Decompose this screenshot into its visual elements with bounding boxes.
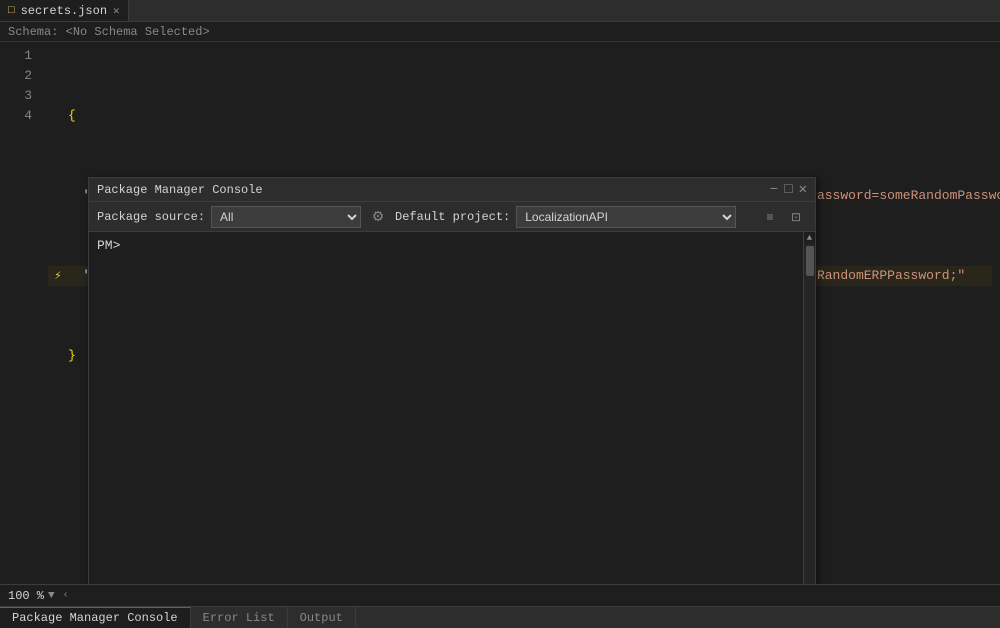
pkg-close-button[interactable]: ✕ [799,183,807,197]
scrollbar-track[interactable] [804,244,815,584]
tab-pkg-label: Package Manager Console [12,611,178,625]
tab-output-label: Output [300,611,343,625]
pkg-body[interactable]: PM> ▲ ▼ [89,232,815,584]
scroll-left-arrow[interactable]: ‹ [63,590,69,601]
tab-bar: □ secrets.json ✕ [0,0,1000,22]
package-manager-console: Package Manager Console − □ ✕ Package so… [88,177,816,584]
schema-bar: Schema: <No Schema Selected> [0,22,1000,42]
pkg-minimize-button[interactable]: − [770,183,778,197]
pkg-title: Package Manager Console [97,183,263,197]
pkg-toolbar: Package source: All nuget.org Microsoft … [89,202,815,232]
tab-error-label: Error List [203,611,275,625]
pkg-vertical-scrollbar[interactable]: ▲ ▼ [803,232,815,584]
pkg-source-label: Package source: [97,210,205,224]
line-1-text: { [68,106,76,126]
line-4-text: } [68,346,76,366]
tab-secrets-json[interactable]: □ secrets.json ✕ [0,0,129,21]
tab-package-manager-console[interactable]: Package Manager Console [0,607,191,628]
line-2-indent [68,186,84,206]
line-numbers: 1 2 3 4 [0,42,40,584]
pkg-clear-button[interactable]: ⊡ [785,206,807,228]
status-bar: 100 % ▼ ‹ [0,584,1000,606]
scrollbar-up-arrow[interactable]: ▲ [804,232,816,244]
schema-value: <No Schema Selected> [66,25,210,39]
line-num-3: 3 [0,86,32,106]
pkg-settings-button[interactable]: ⚙ [367,206,389,228]
tab-close-button[interactable]: ✕ [113,4,120,18]
pkg-prompt: PM> [89,232,815,260]
gutter-3: ⚡ [48,266,68,286]
line-3-indent [68,266,84,286]
tab-error-list[interactable]: Error List [191,607,288,628]
pkg-source-select[interactable]: All nuget.org Microsoft [211,206,361,228]
tab-output[interactable]: Output [288,607,356,628]
bottom-tabs: Package Manager Console Error List Outpu… [0,606,1000,628]
pkg-title-bar: Package Manager Console − □ ✕ [89,178,815,202]
pkg-restore-button[interactable]: □ [784,183,792,197]
code-line-1: { [48,106,992,126]
pkg-project-label: Default project: [395,210,510,224]
line-num-2: 2 [0,66,32,86]
line-num-1: 1 [0,46,32,66]
pkg-toolbar-right: ≡ ⊡ [759,206,807,228]
scrollbar-thumb[interactable] [806,246,814,276]
tab-filename: secrets.json [21,4,107,18]
pkg-list-button[interactable]: ≡ [759,206,781,228]
file-icon: □ [8,5,15,17]
schema-label: Schema: [8,25,58,39]
pkg-title-controls: − □ ✕ [770,183,807,197]
pkg-project-select[interactable]: LocalizationAPI [516,206,736,228]
editor-area: 1 2 3 4 { "ConnectionStrings:localhost" … [0,42,1000,584]
zoom-level: 100 % [8,589,44,603]
line-num-4: 4 [0,106,32,126]
zoom-dropdown[interactable]: ▼ [48,590,55,602]
